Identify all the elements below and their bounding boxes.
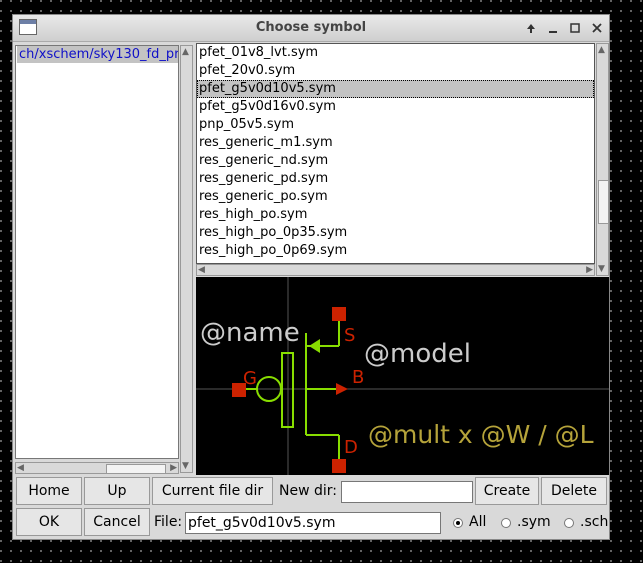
directory-horizontal-scrollbar[interactable]: ◀ ▶ — [15, 462, 179, 474]
file-list-horizontal-scrollbar[interactable]: ◀ ▶ — [196, 264, 595, 276]
scroll-down-arrow-icon[interactable]: ▼ — [598, 264, 605, 274]
cancel-button[interactable]: Cancel — [84, 508, 150, 536]
file-list-item[interactable]: pnp_05v5.sym — [197, 116, 594, 134]
choose-symbol-dialog: Choose symbol ch/xschem/sky130_fd_pr ▲ ▼… — [12, 14, 610, 540]
file-list-item[interactable]: res_generic_po.sym — [197, 188, 594, 206]
current-file-dir-button[interactable]: Current file dir — [152, 477, 273, 505]
scroll-left-arrow-icon[interactable]: ◀ — [17, 463, 24, 473]
file-list-item[interactable]: res_generic_pd.sym — [197, 170, 594, 188]
filter-sym-label[interactable]: .sym — [517, 508, 551, 536]
directory-item[interactable]: ch/xschem/sky130_fd_pr — [17, 46, 178, 63]
scroll-left-arrow-icon[interactable]: ◀ — [198, 265, 205, 275]
delete-button[interactable]: Delete — [541, 477, 607, 505]
scroll-right-arrow-icon[interactable]: ▶ — [170, 463, 177, 473]
mult-label: @mult x @W / @L — [368, 420, 594, 449]
filter-sch-label[interactable]: .sch — [580, 508, 608, 536]
pin-b-label: B — [352, 367, 364, 388]
home-button[interactable]: Home — [16, 477, 82, 505]
file-input[interactable]: pfet_g5v0d10v5.sym — [185, 512, 441, 534]
filter-all-label[interactable]: All — [469, 508, 486, 536]
file-list-vertical-scrollbar[interactable]: ▲ ▼ — [596, 43, 609, 276]
name-label: @name — [200, 318, 300, 348]
keep-above-icon[interactable] — [523, 20, 539, 36]
file-list-item[interactable]: pfet_g5v0d10v5.sym — [197, 80, 594, 98]
scroll-up-arrow-icon[interactable]: ▲ — [182, 47, 189, 57]
file-list-item[interactable]: res_high_po_0p69.sym — [197, 242, 594, 260]
pfet-symbol-drawing: @name @model @mult x @W / @L S G B D — [196, 277, 609, 475]
scroll-down-arrow-icon[interactable]: ▼ — [182, 461, 189, 471]
maximize-icon[interactable] — [567, 20, 583, 36]
file-list-item[interactable]: res_high_po.sym — [197, 206, 594, 224]
filter-all-radio[interactable] — [453, 518, 463, 528]
minimize-icon[interactable] — [545, 20, 561, 36]
ok-button[interactable]: OK — [16, 508, 82, 536]
file-list-item[interactable]: res_high_po_0p35.sym — [197, 224, 594, 242]
window-title: Choose symbol — [255, 20, 367, 35]
up-button[interactable]: Up — [84, 477, 150, 505]
file-list-item[interactable]: pfet_20v0.sym — [197, 62, 594, 80]
create-button[interactable]: Create — [475, 477, 539, 505]
new-dir-label: New dir: — [279, 483, 337, 499]
pin-s-label: S — [344, 325, 355, 346]
pin-d-label: D — [344, 437, 358, 458]
scroll-thumb[interactable] — [598, 180, 609, 224]
scroll-right-arrow-icon[interactable]: ▶ — [586, 265, 593, 275]
filter-sym-radio[interactable] — [501, 518, 511, 528]
scroll-thumb[interactable] — [106, 464, 166, 474]
filter-sch-radio[interactable] — [564, 518, 574, 528]
symbol-file-list[interactable]: pfet_01v8_lvt.sym pfet_20v0.sym pfet_g5v0d… — [196, 43, 595, 264]
title-bar[interactable]: Choose symbol — [13, 15, 609, 42]
close-icon[interactable] — [589, 20, 605, 36]
pin-g-label: G — [243, 368, 257, 389]
directory-vertical-scrollbar[interactable]: ▲ ▼ — [180, 45, 193, 473]
file-list-item[interactable]: pfet_01v8_lvt.sym — [197, 44, 594, 62]
scroll-up-arrow-icon[interactable]: ▲ — [598, 45, 605, 55]
new-dir-input[interactable] — [341, 481, 473, 503]
symbol-preview: @name @model @mult x @W / @L S G B D — [196, 277, 609, 475]
model-label: @model — [364, 339, 471, 369]
file-list-item[interactable]: res_generic_nd.sym — [197, 152, 594, 170]
directory-list[interactable]: ch/xschem/sky130_fd_pr — [15, 45, 179, 459]
file-list-item[interactable]: pfet_g5v0d16v0.sym — [197, 98, 594, 116]
file-list-item[interactable]: res_generic_m1.sym — [197, 134, 594, 152]
file-label: File: — [154, 514, 183, 530]
